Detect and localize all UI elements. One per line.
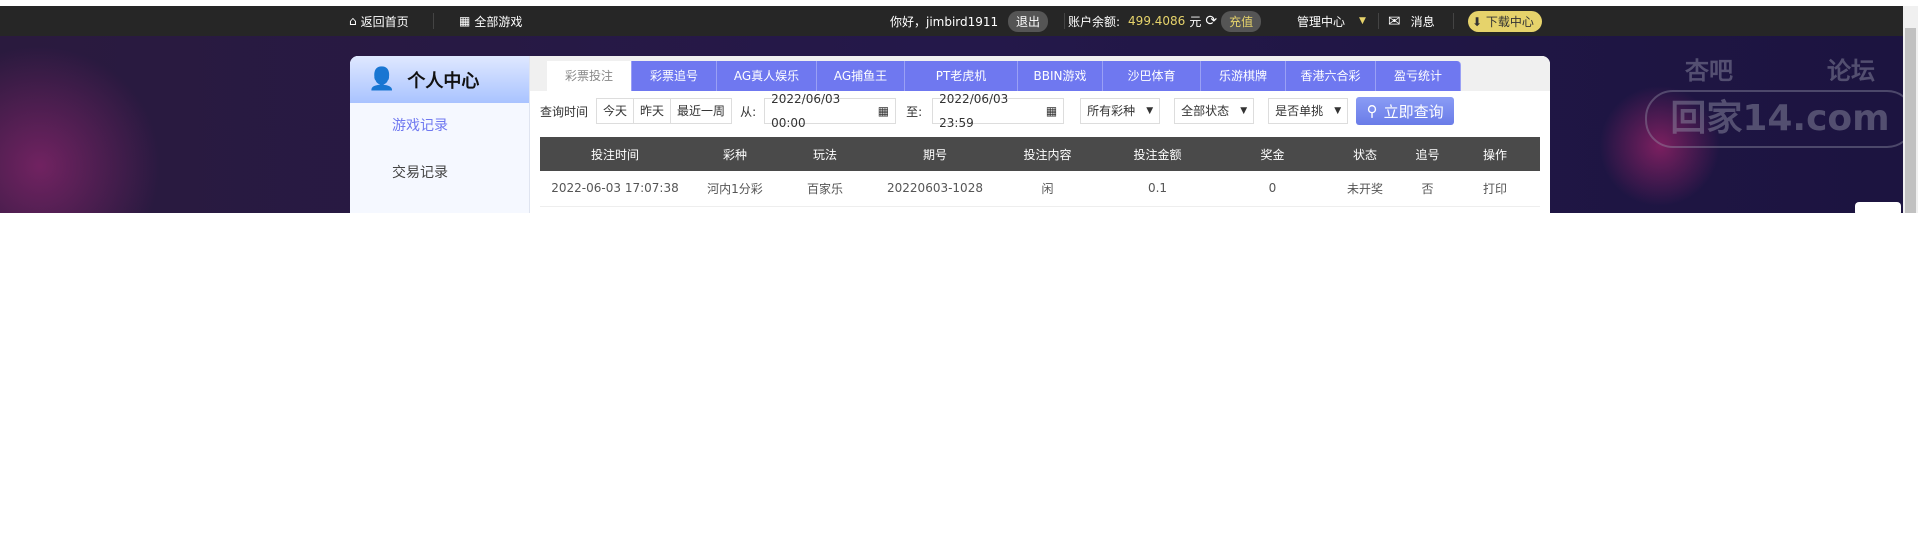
all-games-label: 全部游戏 [474, 14, 523, 29]
tab-lottery-chase[interactable]: 彩票追号 [632, 61, 717, 91]
greeting-text: 你好，jimbird1911 [890, 14, 999, 29]
lottery-select-value: 所有彩种 [1087, 104, 1136, 118]
today-button[interactable]: 今天 [596, 98, 635, 124]
calendar-icon[interactable]: ▦ [1046, 99, 1057, 123]
from-date-input[interactable]: 2022/06/03 00:00 ▦ [764, 92, 897, 130]
cell-status: 未开奖 [1325, 171, 1405, 207]
col-status: 状态 [1325, 137, 1405, 171]
query-time-label: 查询时间 [540, 104, 589, 119]
single-select[interactable]: 是否单挑 ▼ [1268, 98, 1349, 124]
mail-icon: ✉ [1388, 12, 1401, 30]
cell-amount: 0.1 [1095, 171, 1220, 207]
user-avatar-icon: 👤 [368, 67, 396, 92]
watermark-logo: 杏吧 论坛 回家14.com [1645, 51, 1903, 148]
messages-label: 消息 [1410, 14, 1435, 29]
download-icon: ⬇ [1472, 14, 1483, 29]
cell-bet-time: 2022-06-03 17:07:38 [540, 171, 690, 207]
yesterday-button[interactable]: 昨天 [634, 98, 672, 124]
tab-saba-sports[interactable]: 沙巴体育 [1103, 61, 1201, 91]
tab-lottery-bets[interactable]: 彩票投注 [547, 61, 632, 91]
status-select-value: 全部状态 [1181, 104, 1230, 118]
to-label: 至: [906, 104, 923, 119]
sidebar-item-game-records[interactable]: 游戏记录 [350, 103, 529, 150]
last-week-button[interactable]: 最近一周 [671, 98, 733, 124]
refresh-icon[interactable]: ⟳ [1205, 13, 1217, 29]
user-center-panel: 👤 个人中心 游戏记录 交易记录 彩票投注 彩票追号 AG真人娱乐 AG捕鱼王 P… [350, 56, 1550, 213]
scrollbar-thumb[interactable] [1905, 28, 1916, 213]
messages-link[interactable]: ✉ 消息 [1388, 6, 1435, 36]
cell-content: 闲 [1000, 171, 1095, 207]
calendar-icon[interactable]: ▦ [878, 99, 889, 123]
cell-chase: 否 [1405, 171, 1450, 207]
search-button[interactable]: ⚲ 立即查询 [1356, 97, 1455, 125]
tab-bar: 彩票投注 彩票追号 AG真人娱乐 AG捕鱼王 PT老虎机 BBIN游戏 沙巴体育… [530, 56, 1550, 91]
admin-menu[interactable]: 管理中心 ▼ [1297, 6, 1366, 36]
cell-lottery: 河内1分彩 [690, 171, 780, 207]
divider [1378, 13, 1379, 29]
caret-down-icon: ▼ [1146, 106, 1154, 116]
tab-hk-lottery[interactable]: 香港六合彩 [1286, 61, 1376, 91]
banner-background: ⌂ 返回首页 ▦ 全部游戏 你好，jimbird1911 退出 账户余额: 499.4… [0, 6, 1903, 213]
home-icon: ⌂ [349, 14, 357, 28]
table-header-row: 投注时间 彩种 玩法 期号 投注内容 投注金额 奖金 状态 追号 操作 [540, 137, 1540, 171]
status-select[interactable]: 全部状态 ▼ [1174, 98, 1255, 124]
col-play: 玩法 [780, 137, 870, 171]
col-action: 操作 [1450, 137, 1540, 171]
cell-issue: 20220603-1028 [870, 171, 1000, 207]
divider [1453, 13, 1454, 29]
home-link[interactable]: ⌂ 返回首页 [349, 6, 409, 36]
floating-widget[interactable] [1855, 202, 1901, 213]
col-issue: 期号 [870, 137, 1000, 171]
lottery-select[interactable]: 所有彩种 ▼ [1080, 98, 1161, 124]
print-link[interactable]: 打印 [1450, 171, 1540, 207]
greeting: 你好，jimbird1911 [890, 6, 998, 36]
to-date-input[interactable]: 2022/06/03 23:59 ▦ [932, 92, 1065, 130]
caret-down-icon: ▼ [1334, 106, 1342, 116]
sidebar-item-transactions[interactable]: 交易记录 [350, 150, 529, 197]
grid-icon: ▦ [459, 14, 471, 28]
logout-button[interactable]: 退出 [1008, 10, 1049, 32]
filter-bar: 查询时间 今天 昨天 最近一周 从: 2022/06/03 00:00 ▦ 至: … [540, 92, 1455, 130]
from-date-value: 2022/06/03 00:00 [771, 92, 841, 130]
col-amount: 投注金额 [1095, 137, 1220, 171]
home-label: 返回首页 [360, 14, 409, 29]
sidebar: 👤 个人中心 游戏记录 交易记录 [350, 56, 530, 213]
admin-label: 管理中心 [1297, 14, 1346, 29]
download-button[interactable]: ⬇ 下载中心 [1468, 10, 1542, 32]
tab-leyou-chess[interactable]: 乐游棋牌 [1201, 61, 1286, 91]
col-bet-time: 投注时间 [540, 137, 690, 171]
search-label: 立即查询 [1383, 102, 1444, 121]
divider [1064, 13, 1065, 29]
bets-table: 投注时间 彩种 玩法 期号 投注内容 投注金额 奖金 状态 追号 操作 2022… [540, 137, 1540, 207]
scrollbar[interactable] [1903, 6, 1918, 213]
cell-prize: 0 [1220, 171, 1325, 207]
divider [433, 13, 434, 29]
top-bar: ⌂ 返回首页 ▦ 全部游戏 你好，jimbird1911 退出 账户余额: 499.4… [0, 6, 1903, 36]
currency: 元 [1189, 14, 1202, 29]
caret-down-icon: ▼ [1240, 106, 1248, 116]
col-prize: 奖金 [1220, 137, 1325, 171]
recharge-button[interactable]: 充值 [1221, 10, 1262, 32]
col-content: 投注内容 [1000, 137, 1095, 171]
download-label: 下载中心 [1485, 14, 1534, 29]
col-lottery: 彩种 [690, 137, 780, 171]
to-date-value: 2022/06/03 23:59 [939, 92, 1009, 130]
caret-down-icon: ▼ [1359, 16, 1366, 26]
balance-label: 账户余额: [1068, 14, 1121, 29]
tab-profit-stats[interactable]: 盈亏统计 [1376, 61, 1461, 91]
all-games-link[interactable]: ▦ 全部游戏 [459, 6, 522, 36]
balance-value: 499.4086 [1128, 14, 1186, 28]
cell-play: 百家乐 [780, 171, 870, 207]
sidebar-header: 👤 个人中心 [350, 56, 529, 103]
table-row: 2022-06-03 17:07:38 河内1分彩 百家乐 20220603-1… [540, 171, 1540, 207]
from-label: 从: [740, 104, 757, 119]
sidebar-title: 个人中心 [407, 70, 480, 92]
search-icon: ⚲ [1366, 102, 1378, 120]
col-chase: 追号 [1405, 137, 1450, 171]
single-select-value: 是否单挑 [1275, 104, 1324, 118]
